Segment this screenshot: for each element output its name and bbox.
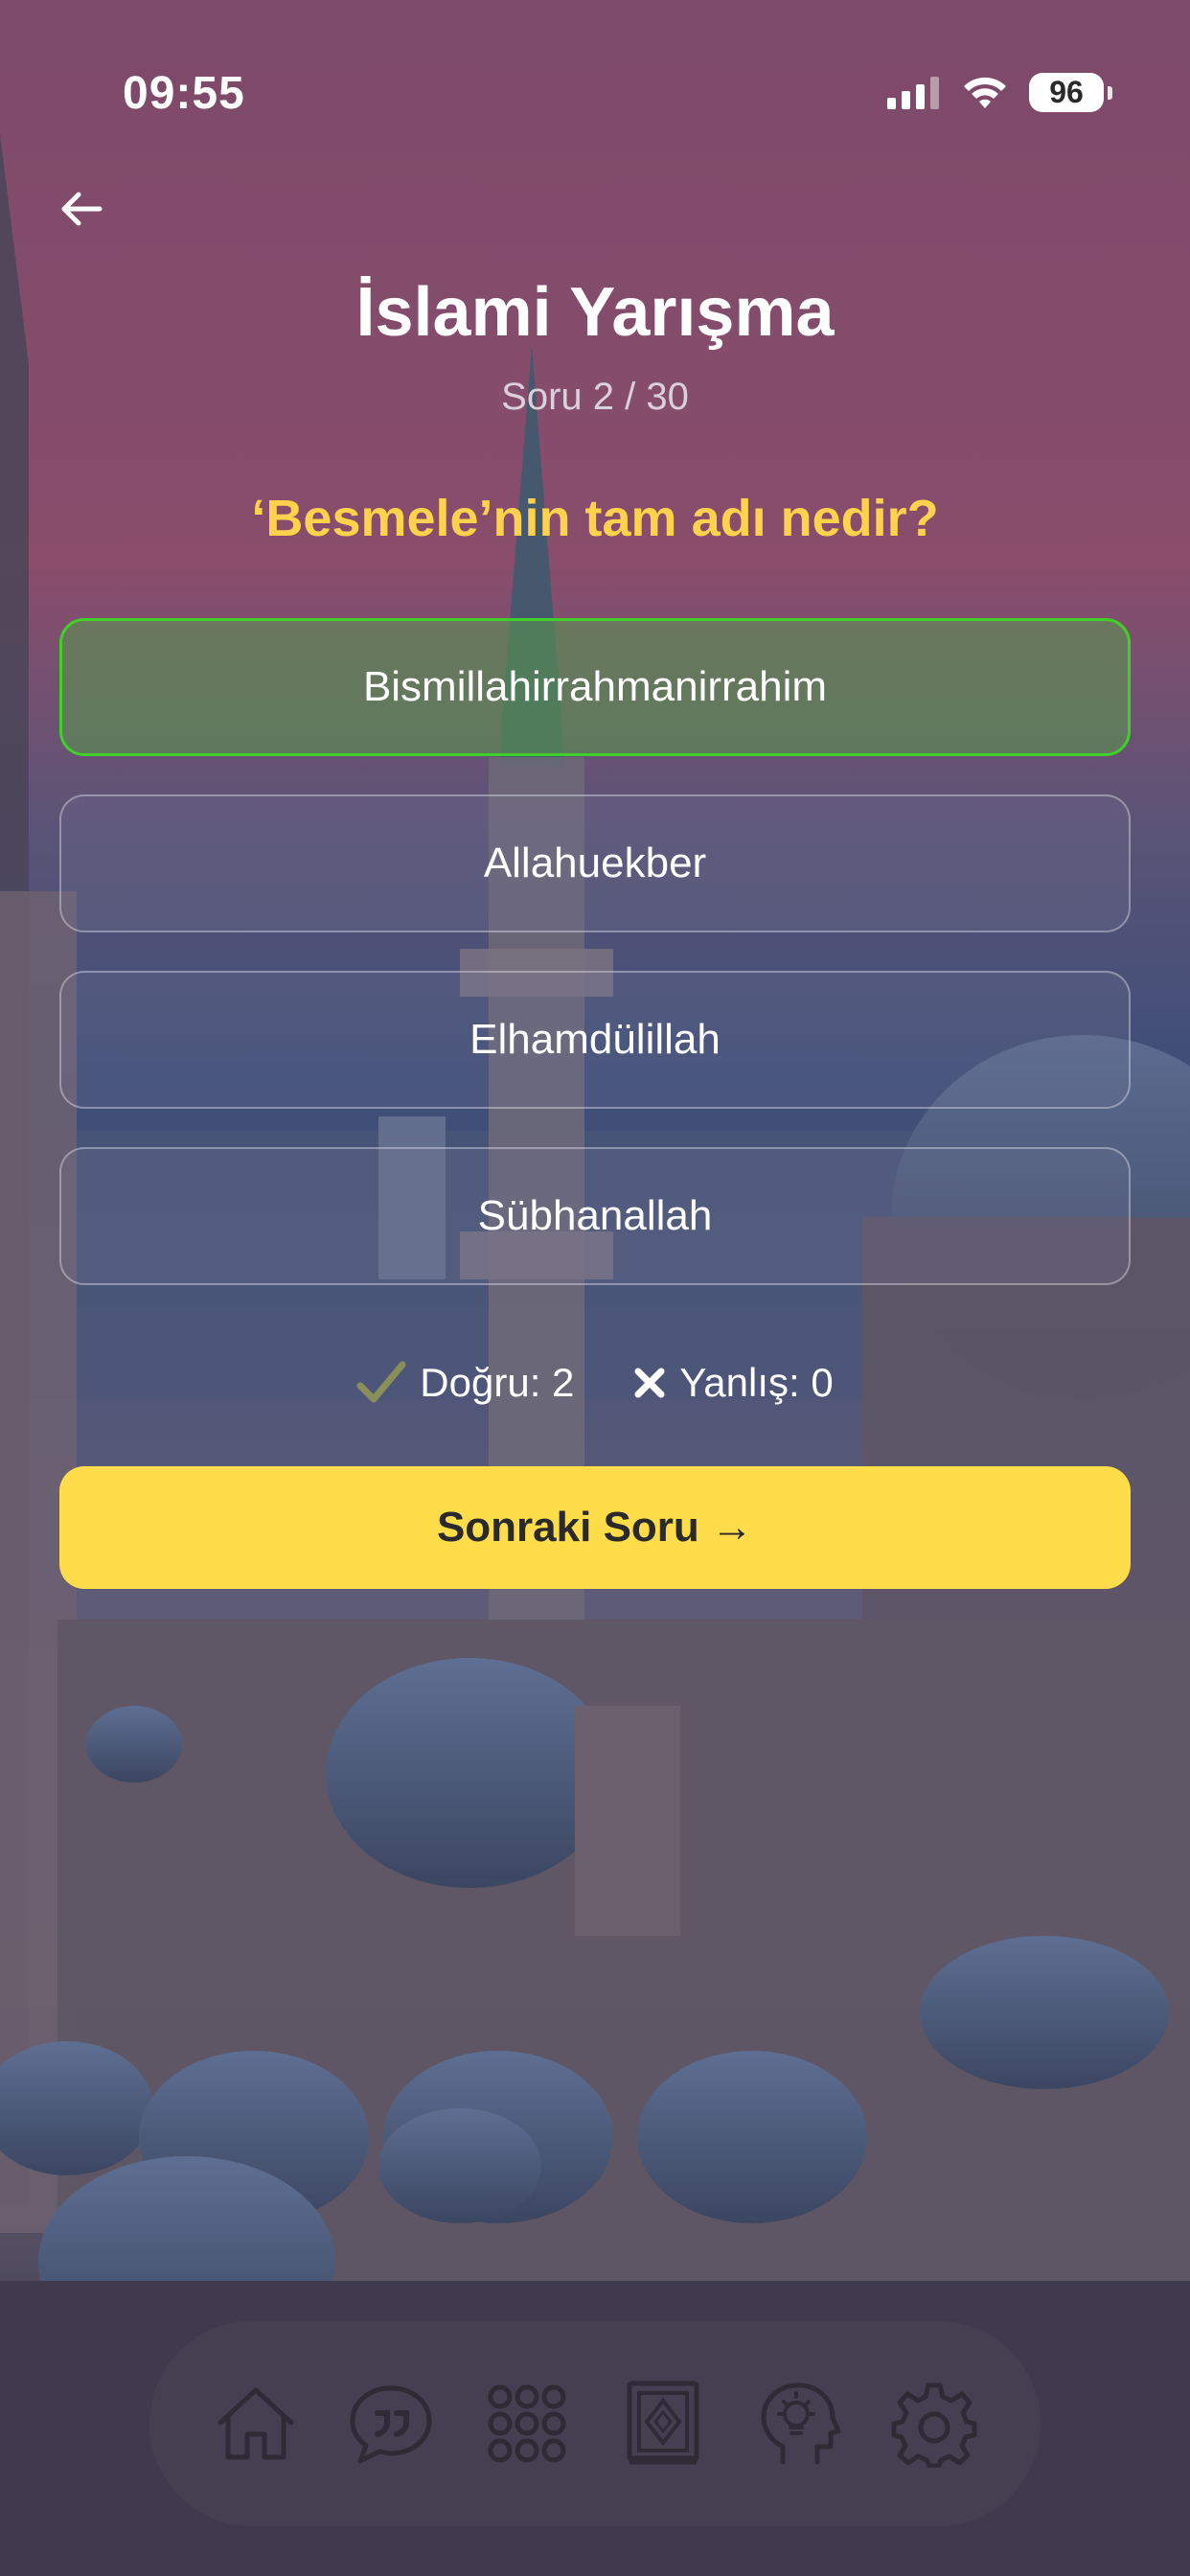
status-icons: 96 [887,73,1112,112]
correct-count: Doğru: 2 [420,1360,575,1405]
question-text: ‘Besmele’nin tam adı nedir? [251,490,939,547]
back-button[interactable] [54,180,111,238]
quran-book-icon [627,2380,699,2465]
nav-ideas[interactable] [750,2376,846,2472]
gear-icon [891,2382,977,2468]
idea-head-icon [761,2382,841,2465]
answer-option-label: Sübhanallah [477,1192,713,1239]
grid-icon [488,2384,566,2463]
checkmark-icon [356,1361,406,1403]
nav-quotes[interactable] [343,2376,439,2472]
cellular-signal-icon [887,76,939,109]
answer-option-label: Allahuekber [483,840,707,886]
nav-menu[interactable] [479,2376,575,2472]
next-question-label: Sonraki Soru → [436,1504,754,1551]
nav-home[interactable] [208,2376,304,2472]
status-bar: 09:55 96 [0,0,1190,192]
bottom-nav [149,2321,1041,2526]
status-time: 09:55 [123,68,245,119]
home-icon [217,2387,294,2460]
wrong-count: Yanlış: 0 [679,1360,834,1405]
answer-option-2[interactable]: Allahuekber [59,794,1131,932]
answer-option-1[interactable]: Bismillahirrahmanirrahim [59,618,1131,756]
page-title: İslami Yarışma [355,274,835,351]
nav-quran[interactable] [615,2376,711,2472]
back-arrow-icon [61,192,103,226]
answer-option-label: Bismillahirrahmanirrahim [362,663,828,710]
answer-option-label: Elhamdülillah [469,1016,721,1063]
question-counter: Soru 2 / 30 [501,376,689,418]
answer-option-3[interactable]: Elhamdülillah [59,971,1131,1109]
next-question-button[interactable]: Sonraki Soru → [59,1466,1131,1589]
quote-bubble-icon [350,2385,432,2464]
nav-settings[interactable] [886,2376,982,2472]
wifi-icon [964,77,1006,108]
score-row: Doğru: 2 Yanlış: 0 [0,1351,1190,1414]
answer-option-4[interactable]: Sübhanallah [59,1147,1131,1285]
battery-indicator: 96 [1029,73,1112,112]
cross-icon [634,1368,665,1398]
